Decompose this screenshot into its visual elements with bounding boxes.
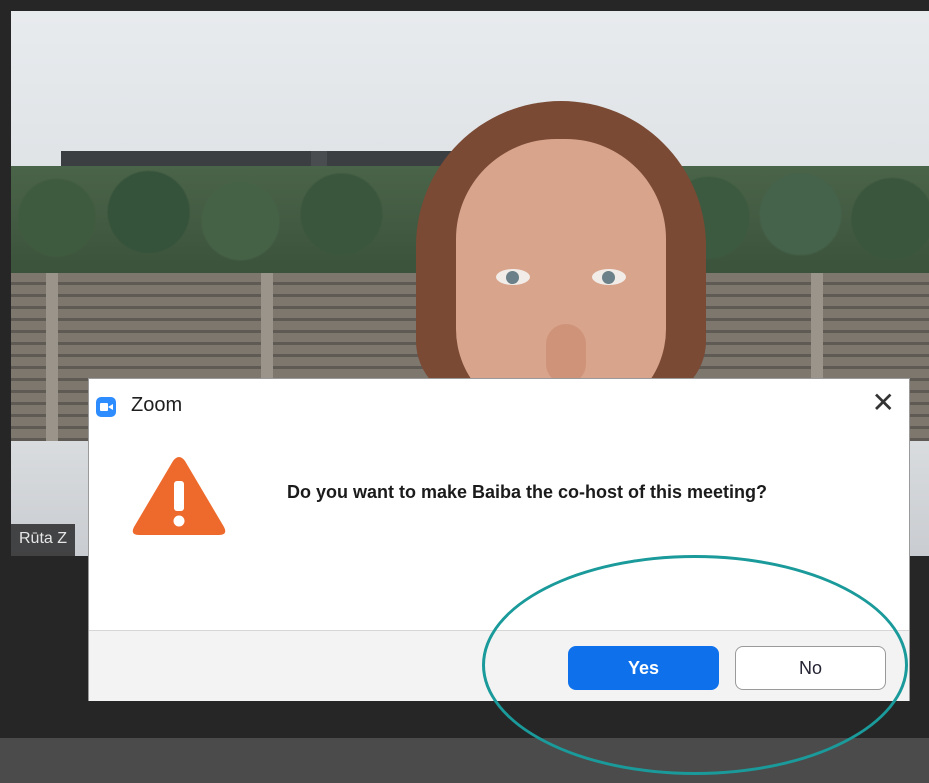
participant-name-tag: Rūta Z [11,524,76,556]
participant-nose [546,324,586,384]
cohost-confirm-dialog: Zoom ✕ Do you want to make Baiba the co-… [88,378,910,701]
close-icon[interactable]: ✕ [872,387,895,419]
dialog-footer: Yes No [89,630,909,701]
participant-eye [592,269,626,285]
meeting-toolbar [0,738,929,783]
warning-triangle-icon [132,457,226,535]
zoom-app-icon [96,397,116,417]
yes-button[interactable]: Yes [568,646,719,690]
dialog-message: Do you want to make Baiba the co-host of… [287,482,768,502]
dialog-titlebar: Zoom ✕ [89,379,909,431]
dialog-title: Zoom [131,394,183,416]
fence-post [46,273,58,441]
participant-face [456,139,666,419]
no-button[interactable]: No [735,646,886,690]
participant-eye [496,269,530,285]
